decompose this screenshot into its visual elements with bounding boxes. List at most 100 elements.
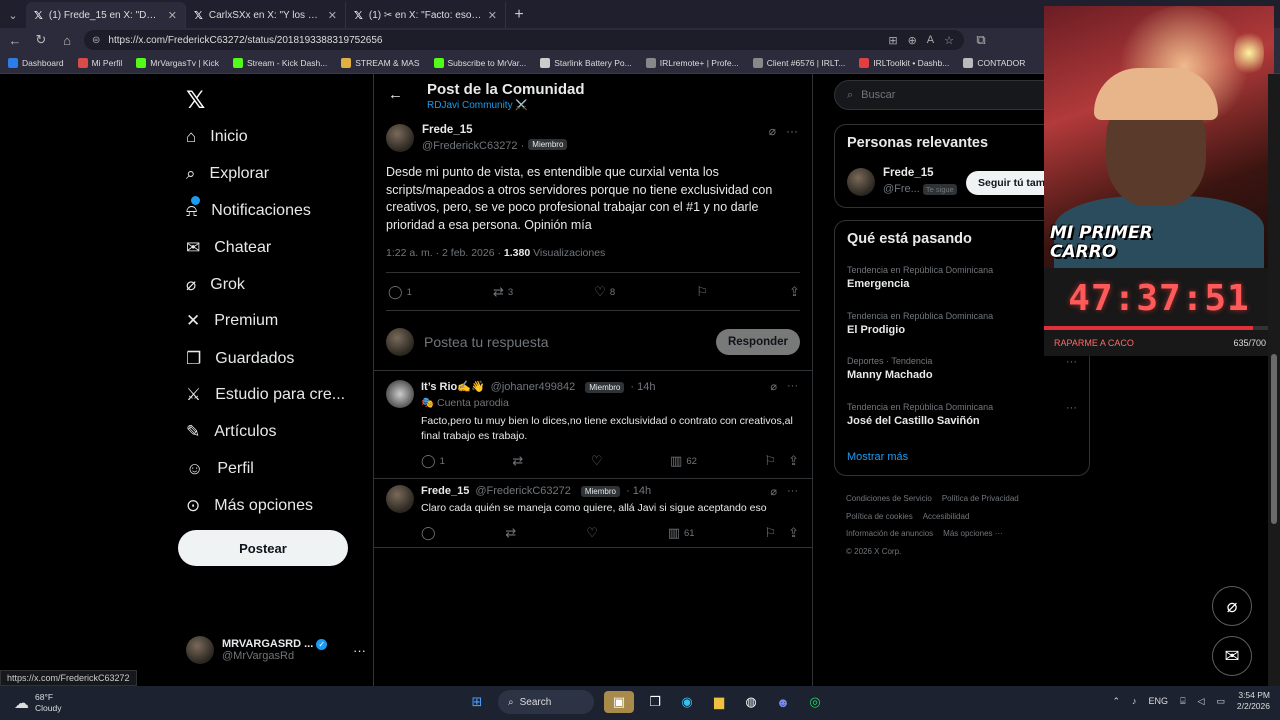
relevant-user-name[interactable]: Frede_15 — [883, 167, 957, 179]
read-aloud-icon[interactable]: A — [927, 34, 934, 47]
post-author[interactable]: Frede_15 @FrederickC63272 · Miembro — [386, 124, 568, 154]
footer-link[interactable]: Condiciones de Servicio — [846, 494, 932, 503]
footer-link[interactable]: Más opciones ··· — [943, 529, 1003, 538]
tab-actions-menu[interactable]: ⌄ — [0, 2, 26, 28]
extensions-icon[interactable]: ⧉ — [972, 32, 990, 48]
nav-item-grok[interactable]: ⌀ Grok — [186, 270, 245, 300]
bookmark-item[interactable]: IRLremote+ | Profe... — [645, 57, 739, 68]
reply-button[interactable]: ◯ — [421, 525, 436, 541]
clock[interactable]: 3:54 PM 2/2/2026 — [1237, 690, 1270, 712]
repost-button[interactable]: ⇄ 3 — [493, 284, 513, 300]
avatar[interactable] — [386, 124, 414, 152]
more-dots-icon[interactable]: ··· — [1066, 402, 1077, 414]
bookmark-item[interactable]: Client #6576 | IRLT... — [752, 57, 845, 68]
bookmark-icon[interactable]: ⚐ — [764, 453, 776, 469]
bookmark-item[interactable]: Stream - Kick Dash... — [232, 57, 327, 68]
more-dots-icon[interactable]: ··· — [353, 643, 366, 658]
spotify-icon[interactable]: ◎ — [804, 691, 826, 713]
favorite-star-icon[interactable]: ☆ — [944, 34, 954, 47]
bookmark-item[interactable]: STREAM & MAS — [341, 57, 420, 68]
messages-float-button[interactable]: ✉ — [1212, 636, 1252, 676]
battery-icon[interactable]: ▭ — [1216, 696, 1225, 707]
close-tab-icon[interactable]: ✕ — [168, 9, 177, 22]
taskbar-search[interactable]: ⌕ Search — [498, 690, 594, 714]
bookmark-item[interactable]: Subscribe to MrVar... — [433, 57, 526, 68]
tab-2[interactable]: 𝕏 CarlxSXx en X: "Y los scrip no salen ✕ — [186, 2, 346, 28]
language-indicator[interactable]: ENG — [1149, 696, 1169, 706]
windows-start-icon[interactable]: ⊞ — [466, 691, 488, 713]
close-tab-icon[interactable]: ✕ — [328, 9, 337, 22]
repost-button[interactable]: ⇄ — [505, 525, 516, 541]
trend-item[interactable]: Tendencia en República Dominicana El Prod… — [847, 311, 1077, 336]
trend-item[interactable]: Tendencia en República Dominicana Emergen… — [847, 265, 1077, 290]
edge-icon[interactable]: ◉ — [676, 691, 698, 713]
page-scrollbar[interactable] — [1268, 74, 1280, 686]
relevant-user[interactable]: Frede_15 @Fre... Te sigue — [847, 167, 957, 197]
home-icon[interactable]: ⌂ — [58, 33, 76, 48]
widgets-icon[interactable]: ▣ — [604, 691, 634, 713]
bookmark-item[interactable]: MrVargasTv | Kick — [136, 57, 219, 68]
reply-time[interactable]: · 14h — [626, 485, 651, 497]
avatar[interactable] — [386, 380, 414, 408]
obs-icon[interactable]: ◍ — [740, 691, 762, 713]
bookmark-item[interactable]: Mi Perfil — [77, 57, 122, 68]
post-timestamp[interactable]: 1:22 a. m. · 2 feb. 2026 · — [386, 247, 501, 259]
footer-link[interactable]: Información de anuncios — [846, 529, 933, 538]
more-dots-icon[interactable]: ··· — [787, 485, 798, 498]
reply-input[interactable]: Postea tu respuesta — [424, 334, 706, 350]
show-more-link[interactable]: Mostrar más — [847, 451, 908, 463]
nav-item-profile[interactable]: ☺ Perfil — [186, 454, 254, 484]
url-field[interactable]: ⊜ https://x.com/FrederickC63272/status/2… — [84, 30, 964, 50]
bookmark-item[interactable]: Starlink Battery Po... — [540, 57, 632, 68]
like-button[interactable]: ♡ — [591, 453, 603, 469]
trend-item[interactable]: Deportes · Tendencia Manny Machado ··· — [847, 356, 1077, 381]
footer-link[interactable]: © 2026 X Corp. — [846, 547, 901, 556]
reload-icon[interactable]: ↻ — [32, 32, 50, 48]
app-icon[interactable]: ⊞ — [888, 34, 897, 47]
account-switcher[interactable]: MRVARGASRD ... ✓ @MrVargasRd ··· — [186, 636, 366, 664]
nav-item-bookmarks[interactable]: ❐ Guardados — [186, 344, 294, 374]
relevant-user-handle[interactable]: @Fre... — [883, 183, 920, 195]
more-dots-icon[interactable]: ··· — [786, 124, 798, 138]
reply-button[interactable]: ◯ 1 — [388, 284, 412, 300]
reply-author-name[interactable]: Frede_15 — [421, 485, 469, 497]
like-button[interactable]: ♡ 8 — [594, 284, 615, 300]
trend-item[interactable]: Tendencia en República Dominicana José de… — [847, 402, 1077, 427]
nav-item-chat[interactable]: ✉ Chatear — [186, 233, 271, 263]
bookmark-icon[interactable]: ⚐ — [764, 525, 776, 541]
tray-overflow-icon[interactable]: ⌃ — [1113, 696, 1121, 707]
footer-link[interactable]: Política de Privacidad — [942, 494, 1019, 503]
nav-item-more-options[interactable]: ⊙ Más opciones — [186, 491, 313, 521]
reply-time[interactable]: · 14h — [630, 381, 655, 393]
grok-float-button[interactable]: ⌀ — [1212, 586, 1252, 626]
new-tab-button[interactable]: + — [506, 2, 532, 28]
task-view-icon[interactable]: ❐ — [644, 691, 666, 713]
nav-item-premium[interactable]: ✕ Premium — [186, 306, 278, 336]
grok-icon[interactable]: ⌀ — [770, 485, 777, 498]
network-icon[interactable]: ⌸ — [1180, 696, 1185, 707]
reply-author-handle[interactable]: @johaner499842 — [491, 381, 576, 393]
community-link[interactable]: RDJavi Community ⚔️ — [427, 100, 528, 111]
bookmark-item[interactable]: IRLToolkit • Dashb... — [859, 57, 949, 68]
x-logo-icon[interactable]: 𝕏 — [186, 86, 205, 115]
avatar[interactable] — [847, 168, 875, 196]
more-dots-icon[interactable]: ··· — [787, 380, 798, 393]
share-button[interactable]: ⇪ — [789, 284, 800, 300]
reply-author-handle[interactable]: @FrederickC63272 — [475, 485, 571, 497]
repost-button[interactable]: ⇄ — [512, 453, 523, 469]
discord-icon[interactable]: ☻ — [772, 691, 794, 713]
footer-link[interactable]: Política de cookies — [846, 512, 913, 521]
close-tab-icon[interactable]: ✕ — [488, 9, 497, 22]
footer-link[interactable]: Accesibilidad — [923, 512, 970, 521]
volume-icon[interactable]: ◁ — [1197, 696, 1204, 707]
back-arrow-icon[interactable]: ← — [388, 86, 403, 103]
nav-item-creator-studio[interactable]: ⚔ Estudio para cre... — [186, 380, 345, 410]
tab-3[interactable]: 𝕏 (1) ✂ en X: "Facto: esos scripts o ✕ — [346, 2, 506, 28]
reply-author-name[interactable]: It’s Rio✍️👋 — [421, 380, 485, 393]
author-name[interactable]: Frede_15 — [422, 124, 567, 136]
bookmark-item[interactable]: Dashboard — [8, 57, 64, 68]
like-button[interactable]: ♡ — [586, 525, 598, 541]
avatar[interactable] — [386, 485, 414, 513]
site-info-icon[interactable]: ⊜ — [92, 35, 100, 46]
nav-item-articles[interactable]: ✎ Artículos — [186, 417, 277, 447]
